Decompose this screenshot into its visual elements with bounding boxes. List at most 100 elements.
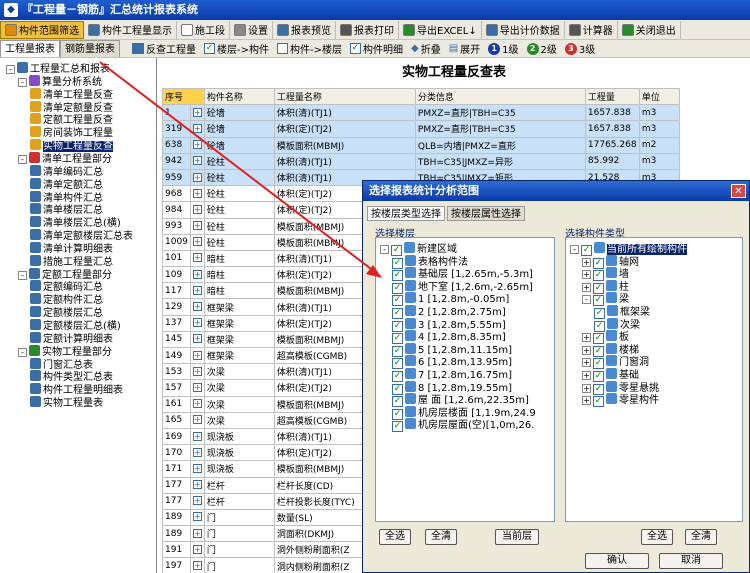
- tree-item[interactable]: 实物工程量表: [30, 396, 103, 409]
- clear-all-floors-button[interactable]: 全清: [425, 529, 457, 545]
- tree-item[interactable]: - ✓ 梁: [582, 292, 629, 307]
- tree-item[interactable]: 定额构件汇总: [30, 293, 103, 306]
- tree-item[interactable]: + ✓ 零星悬挑: [582, 380, 659, 395]
- row-expand-cell[interactable]: +: [189, 411, 205, 429]
- plus-icon[interactable]: +: [192, 366, 202, 376]
- tree-item[interactable]: 定额楼层汇总: [30, 306, 103, 319]
- tree-item[interactable]: + ✓ 柱: [582, 279, 629, 294]
- close-icon[interactable]: ✕: [731, 184, 746, 198]
- column-header-unit[interactable]: 单位: [638, 87, 680, 106]
- tree-item[interactable]: + ✓ 基础: [582, 368, 639, 382]
- plus-icon[interactable]: +: [192, 382, 202, 392]
- tree-item[interactable]: 措施工程量汇总: [30, 254, 113, 268]
- tree-item[interactable]: - 清单工程量部分: [18, 151, 112, 165]
- column-header-classification[interactable]: 分类信息: [414, 87, 586, 106]
- tree-item[interactable]: ✓ 基础层 [1,2.65m,-5.3m]: [392, 267, 533, 282]
- tab-by-floor-attribute[interactable]: 按楼层属性选择: [447, 206, 525, 221]
- plus-icon[interactable]: +: [192, 269, 202, 279]
- tree-item[interactable]: - 实物工程量部分: [18, 344, 112, 358]
- tree-item[interactable]: + ✓ 门窗洞: [582, 355, 649, 370]
- collapse-button[interactable]: ◆ 折叠: [407, 41, 445, 57]
- table-row[interactable]: 1 + 砼墙 体积(清)(TJ1) PMXZ=直形|TBH=C35 1657.838 m3: [162, 104, 680, 122]
- tree-item[interactable]: - ✓ 当前所有绘制构件: [570, 242, 687, 256]
- row-expand-cell[interactable]: +: [189, 476, 205, 494]
- tree-expander-icon[interactable]: +: [582, 371, 591, 380]
- tree-item[interactable]: + ✓ 板: [582, 330, 629, 345]
- tree-expander-icon[interactable]: +: [582, 270, 591, 280]
- row-expand-cell[interactable]: +: [189, 492, 205, 510]
- tree-item[interactable]: 定额工程量反查: [30, 113, 113, 126]
- column-header-seq[interactable]: 序号: [162, 87, 205, 106]
- tree-item[interactable]: ✓ 屋 面 [1,2.6m,22.35m]: [392, 393, 529, 408]
- row-expand-cell[interactable]: +: [189, 330, 205, 349]
- tree-expander-icon[interactable]: +: [582, 257, 591, 267]
- component-to-floor-checkbox[interactable]: 构件->楼层: [273, 41, 346, 57]
- row-expand-cell[interactable]: +: [189, 379, 205, 397]
- column-header-quantity[interactable]: 工程量: [584, 87, 640, 106]
- tree-item[interactable]: 清单楼层汇总(横): [30, 216, 121, 229]
- tree-expander-icon[interactable]: -: [6, 65, 15, 74]
- plus-icon[interactable]: +: [192, 156, 202, 166]
- tree-expander-icon[interactable]: +: [582, 345, 591, 355]
- tree-item[interactable]: ✓ 6 [1,2.8m,13.95m]: [392, 355, 512, 370]
- tree-item[interactable]: - 工程量汇总和报表: [6, 62, 110, 75]
- plus-icon[interactable]: +: [192, 463, 202, 473]
- tree-item[interactable]: + ✓ 零星构件: [582, 393, 659, 408]
- plus-icon[interactable]: +: [192, 431, 202, 441]
- row-expand-cell[interactable]: +: [189, 298, 205, 316]
- toolbar-button-print[interactable]: 报表打印: [336, 20, 399, 39]
- row-expand-cell[interactable]: +: [189, 444, 205, 462]
- plus-icon[interactable]: +: [192, 253, 202, 263]
- toolbar-button-table[interactable]: 构件工程量显示: [84, 20, 177, 39]
- row-expand-cell[interactable]: +: [189, 120, 205, 138]
- level1-button[interactable]: 1 1级: [484, 41, 522, 57]
- toolbar-button-gear[interactable]: 设置: [230, 20, 273, 39]
- row-expand-cell[interactable]: +: [189, 525, 205, 543]
- select-all-floors-button[interactable]: 全选: [379, 529, 411, 545]
- plus-icon[interactable]: +: [192, 318, 202, 328]
- tree-expander-icon[interactable]: +: [582, 333, 591, 343]
- tree-expander-icon[interactable]: +: [582, 282, 591, 292]
- tree-expander-icon[interactable]: +: [582, 383, 591, 393]
- tree-item[interactable]: - 定额工程量部分: [18, 267, 112, 281]
- plus-icon[interactable]: +: [192, 107, 202, 117]
- row-expand-cell[interactable]: +: [189, 541, 205, 559]
- column-header-quantity-name[interactable]: 工程量名称: [273, 87, 416, 106]
- tree-expander-icon[interactable]: -: [582, 295, 591, 305]
- row-expand-cell[interactable]: +: [189, 233, 205, 251]
- cancel-button[interactable]: 取消: [659, 553, 723, 569]
- tree-expander-icon[interactable]: -: [570, 245, 579, 254]
- component-detail-checkbox[interactable]: ✓ 构件明细: [346, 41, 407, 57]
- tree-item[interactable]: ✓ 地下室 [1,2.6m,-2.65m]: [392, 279, 533, 294]
- tree-item[interactable]: ✓ 框架梁: [594, 305, 650, 319]
- plus-icon[interactable]: +: [192, 544, 202, 554]
- tree-expander-icon[interactable]: +: [582, 358, 591, 368]
- tree-item[interactable]: 构件工程量明细表: [30, 383, 123, 396]
- tree-item[interactable]: + ✓ 墙: [582, 267, 629, 282]
- tree-expander-icon[interactable]: -: [18, 77, 27, 87]
- tree-item[interactable]: ✓ 3 [1,2.8m,5.55m]: [392, 317, 506, 332]
- tree-item[interactable]: 清单定额汇总: [30, 177, 103, 191]
- plus-icon[interactable]: +: [192, 221, 202, 231]
- table-row[interactable]: 942 + 砼柱 体积(清)(TJ1) TBH=C35|JMXZ=异形 85.992 m3: [162, 152, 680, 170]
- tree-item[interactable]: ✓ 1 [1,2.8m,-0.05m]: [392, 292, 509, 307]
- expand-button[interactable]: ▤ 展开: [445, 41, 484, 57]
- tree-item[interactable]: ✓ 5 [1,2.8m,11.15m]: [392, 342, 512, 357]
- row-expand-cell[interactable]: +: [189, 363, 205, 381]
- tree-expander-icon[interactable]: -: [18, 270, 27, 280]
- row-expand-cell[interactable]: +: [189, 557, 205, 573]
- plus-icon[interactable]: +: [192, 188, 202, 198]
- tree-item[interactable]: 清单定额量反查: [30, 100, 113, 114]
- table-row[interactable]: 638 + 砼墙 模板面积(MBMJ) QLB=内墙|PMXZ=直形 17765.268 m…: [162, 136, 680, 154]
- plus-icon[interactable]: +: [192, 140, 202, 150]
- row-expand-cell[interactable]: +: [189, 282, 205, 300]
- row-expand-cell[interactable]: +: [189, 104, 205, 122]
- plus-icon[interactable]: +: [192, 172, 202, 182]
- tree-item[interactable]: + ✓ 楼梯: [582, 342, 639, 357]
- tree-item[interactable]: 清单编码汇总: [30, 164, 103, 178]
- current-floor-button[interactable]: 当前层: [495, 529, 539, 545]
- plus-icon[interactable]: +: [192, 496, 202, 506]
- select-all-components-button[interactable]: 全选: [641, 529, 673, 545]
- toolbar-button-filter[interactable]: 构件范围筛选: [0, 20, 84, 39]
- plus-icon[interactable]: +: [192, 334, 202, 344]
